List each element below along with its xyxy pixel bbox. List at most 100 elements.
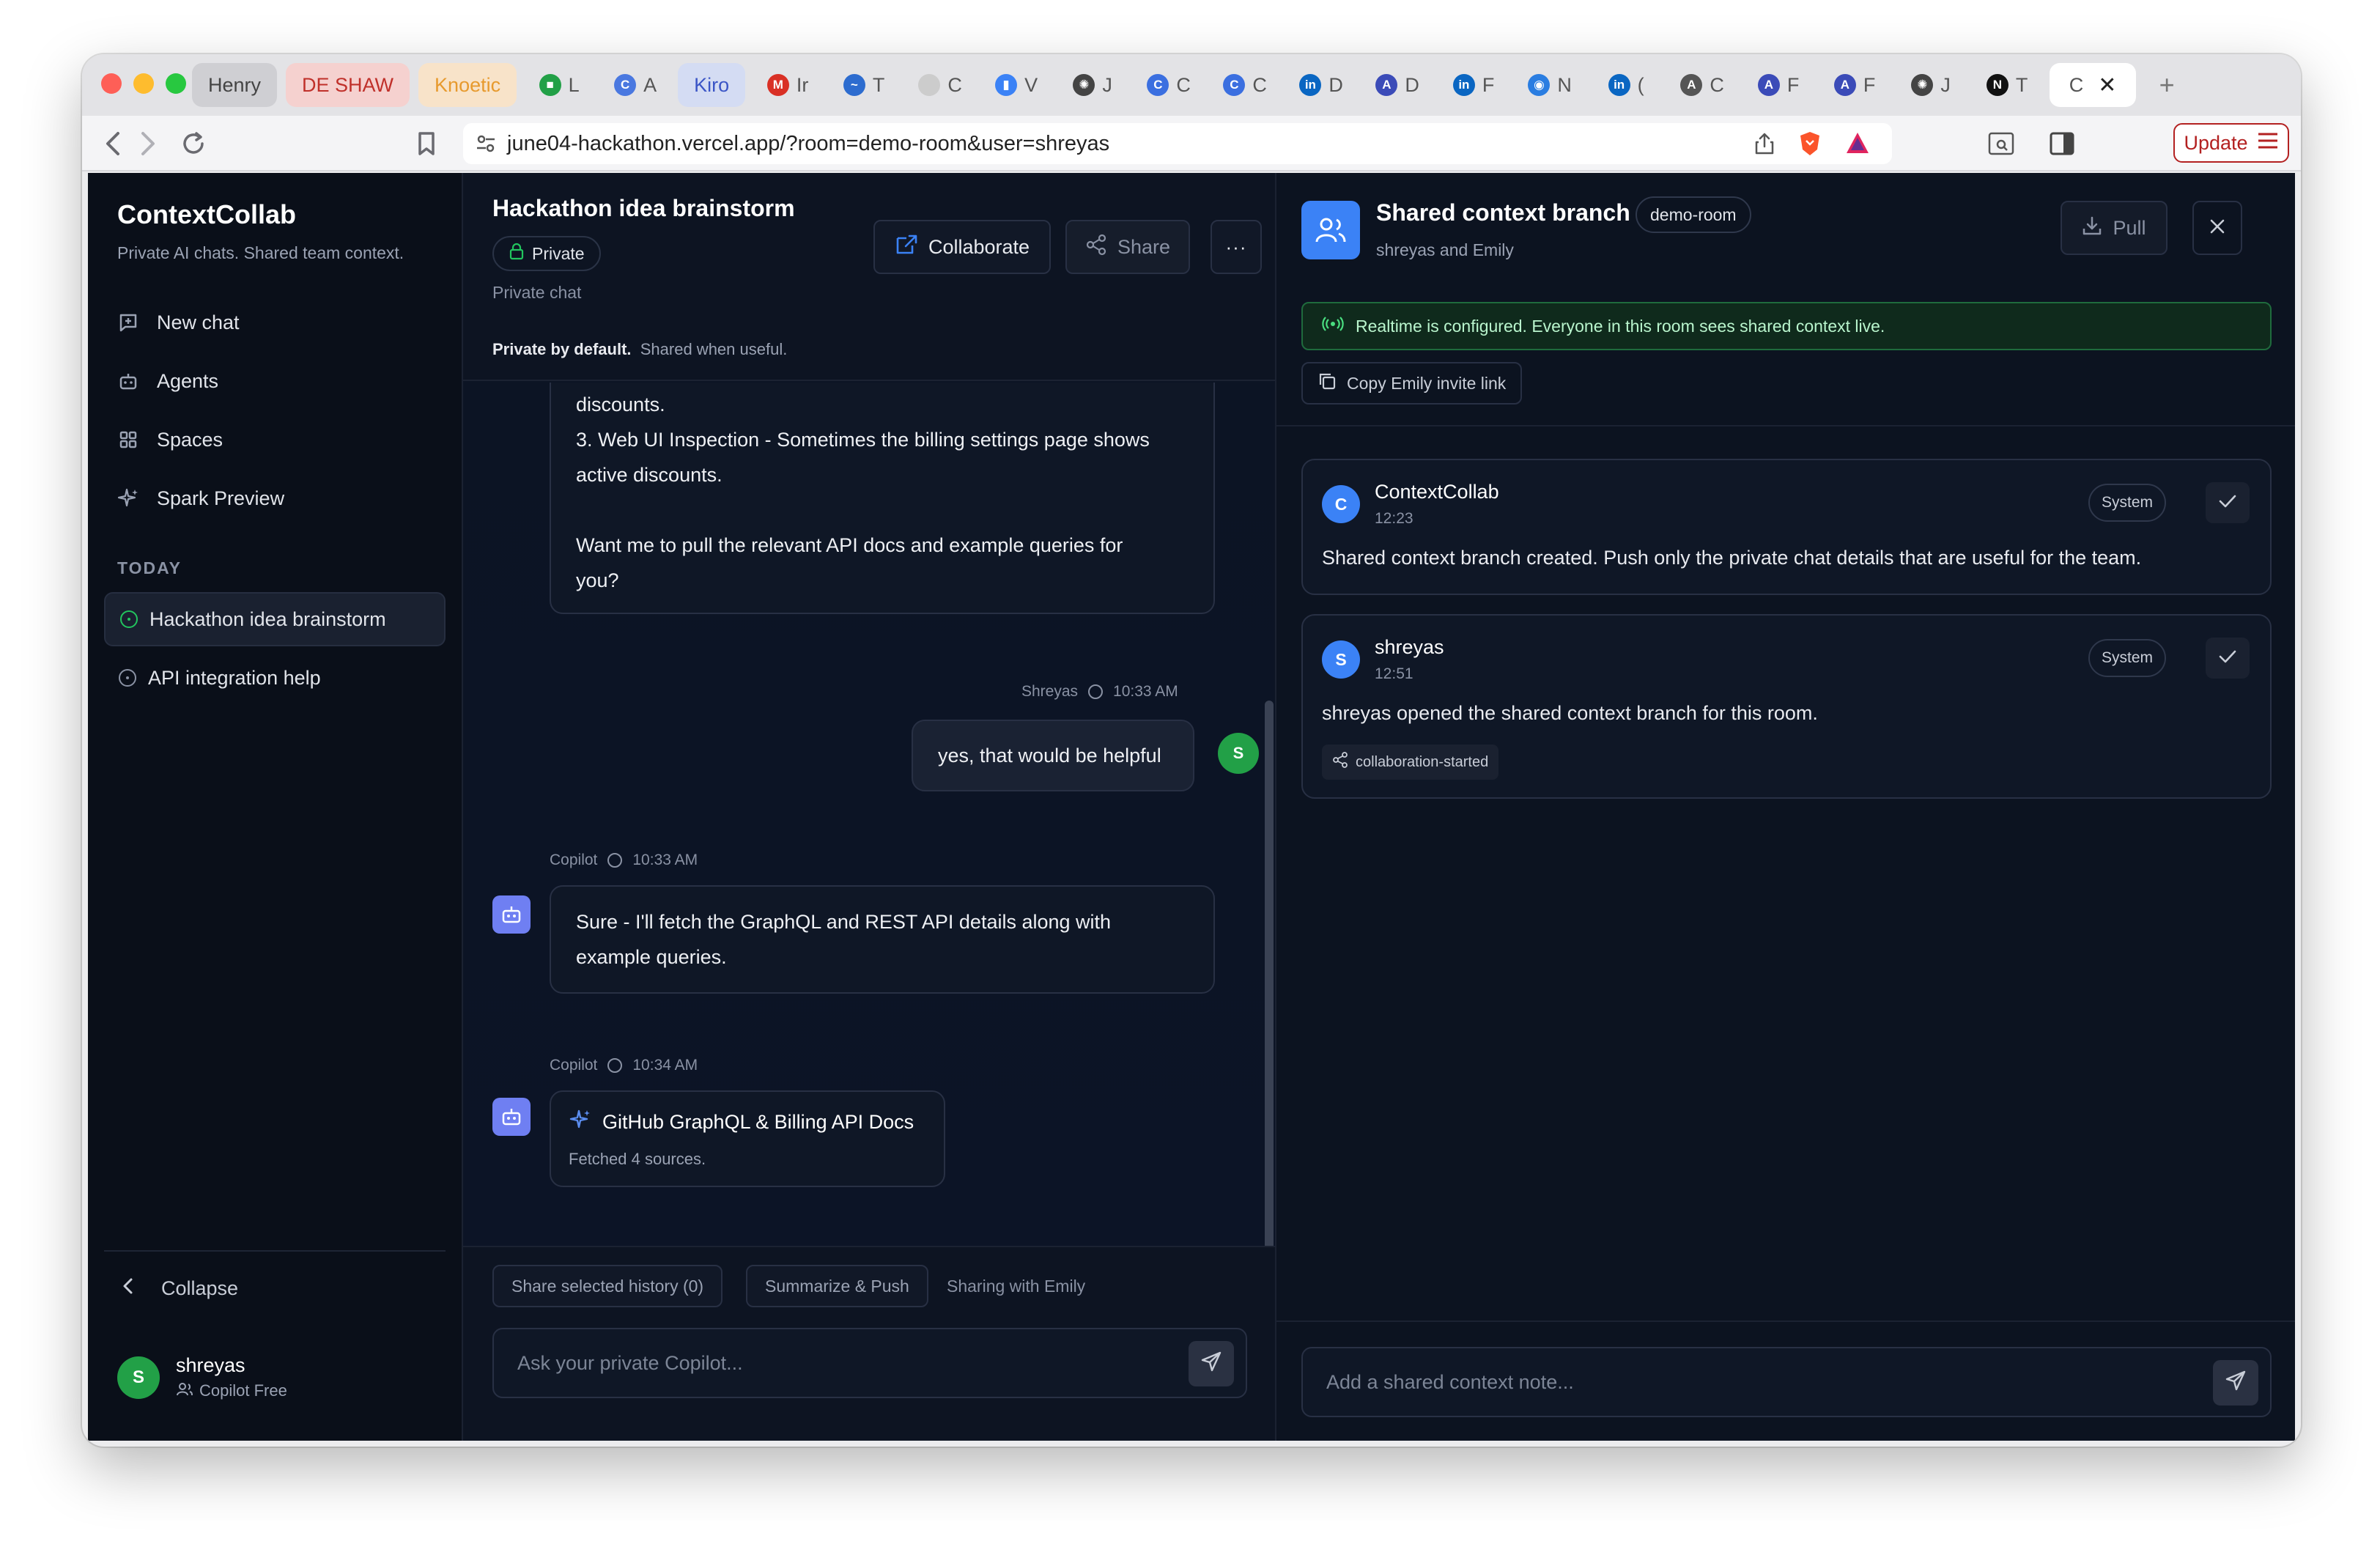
browser-tab[interactable]: AC xyxy=(1668,63,1736,107)
url-field[interactable]: june04-hackathon.vercel.app/?room=demo-r… xyxy=(463,123,1892,164)
browser-tab[interactable]: ■ L xyxy=(525,63,593,107)
tab-favicon-icon: A xyxy=(1375,74,1398,96)
maximize-window-button[interactable] xyxy=(166,73,186,94)
tab-label: C xyxy=(2069,73,2084,96)
send-icon xyxy=(2225,1370,2247,1397)
tab-label: F xyxy=(1482,73,1495,96)
site-settings-icon[interactable] xyxy=(475,133,497,160)
browser-tab[interactable]: M Ir xyxy=(754,63,821,107)
reader-mode-icon[interactable] xyxy=(1987,130,2015,160)
nav-spark-preview[interactable]: Spark Preview xyxy=(117,479,284,517)
panel-subtitle: shreyas and Emily xyxy=(1376,240,1514,259)
collaborate-icon xyxy=(895,234,918,261)
brave-rewards-icon[interactable] xyxy=(1845,130,1870,161)
copy-invite-link-button[interactable]: Copy Emily invite link xyxy=(1301,362,1523,405)
browser-tab[interactable]: Knoetic xyxy=(418,63,517,107)
panel-title: Shared context branch xyxy=(1376,199,1630,226)
tab-favicon-icon: M xyxy=(766,74,789,96)
browser-tab[interactable]: CA xyxy=(602,63,669,107)
chat-scrollbar[interactable] xyxy=(1265,701,1274,1257)
chat-item-hackathon[interactable]: Hackathon idea brainstorm xyxy=(104,592,446,646)
entry-text: shreyas opened the shared context branch… xyxy=(1322,702,1818,724)
share-history-button[interactable]: Share selected history (0) xyxy=(492,1265,723,1307)
more-icon: ··· xyxy=(1225,235,1247,258)
browser-tab[interactable]: AD xyxy=(1364,63,1431,107)
forward-button[interactable] xyxy=(133,129,163,158)
tab-label: Ir xyxy=(796,73,809,96)
tab-favicon-icon: C xyxy=(1147,74,1169,96)
tab-favicon-icon: A xyxy=(1680,74,1703,96)
update-button[interactable]: Update xyxy=(2173,123,2289,163)
tab-favicon-icon: ▮ xyxy=(995,74,1018,96)
check-icon xyxy=(2218,649,2237,668)
back-button[interactable] xyxy=(98,129,128,158)
shared-note-input[interactable]: Add a shared context note... xyxy=(1301,1347,2272,1417)
more-options-button[interactable]: ··· xyxy=(1211,220,1262,274)
browser-tab[interactable]: Henry xyxy=(192,63,278,107)
tab-label: V xyxy=(1024,73,1038,96)
realtime-status-banner: Realtime is configured. Everyone in this… xyxy=(1301,302,2272,350)
tab-label: T xyxy=(872,73,885,96)
sparkle-icon xyxy=(117,487,139,509)
send-note-button[interactable] xyxy=(2213,1360,2258,1406)
user-message: yes, that would be helpful xyxy=(912,720,1194,791)
tab-favicon-icon: ■ xyxy=(539,74,561,96)
browser-tab[interactable]: AF xyxy=(1745,63,1812,107)
browser-tab[interactable]: DE SHAW xyxy=(286,63,410,107)
browser-tab[interactable]: ◉ N xyxy=(1516,63,1583,107)
close-panel-button[interactable] xyxy=(2192,201,2242,255)
browser-tab[interactable]: NT xyxy=(1973,63,2041,107)
minimize-window-button[interactable] xyxy=(133,73,154,94)
close-tab-icon[interactable]: ✕ xyxy=(2098,73,2116,98)
approve-entry-button[interactable] xyxy=(2206,638,2250,679)
share-page-icon[interactable] xyxy=(1754,132,1775,161)
browser-tab[interactable]: ▮ V xyxy=(983,63,1050,107)
new-tab-button[interactable]: + xyxy=(2145,63,2189,107)
browser-tab[interactable]: ✺ J xyxy=(1059,63,1126,107)
tab-label: D xyxy=(1405,73,1419,96)
browser-tab[interactable]: in ( xyxy=(1592,63,1660,107)
tab-label: C xyxy=(1176,73,1191,96)
brave-shield-icon[interactable] xyxy=(1798,130,1822,163)
browser-tab[interactable]: Kiro xyxy=(678,63,746,107)
browser-tab[interactable]: CC xyxy=(1135,63,1202,107)
pull-button[interactable]: Pull xyxy=(2061,201,2168,255)
chat-item-api-integration[interactable]: API integration help xyxy=(104,651,446,705)
send-button[interactable] xyxy=(1189,1341,1234,1386)
reload-button[interactable] xyxy=(179,129,208,158)
private-badge: Private xyxy=(492,236,601,271)
nav-spaces[interactable]: Spaces xyxy=(117,421,223,459)
chevron-left-icon xyxy=(122,1277,135,1301)
assistant-message-partial: discounts. 3. Web UI Inspection - Someti… xyxy=(550,383,1215,614)
collaborate-button[interactable]: Collaborate xyxy=(873,220,1051,274)
section-today: TODAY xyxy=(117,558,182,577)
copilot-tool-card[interactable]: GitHub GraphQL & Billing API Docs Fetche… xyxy=(550,1090,945,1187)
sidebar-toggle-icon[interactable] xyxy=(2049,130,2075,160)
panel-footer: Add a shared context note... xyxy=(1276,1321,2295,1441)
chat-composer-input[interactable]: Ask your private Copilot... xyxy=(492,1328,1247,1398)
avatar: S xyxy=(117,1356,160,1399)
browser-tab[interactable]: in F xyxy=(1440,63,1507,107)
close-window-button[interactable] xyxy=(101,73,122,94)
summarize-push-button[interactable]: Summarize & Push xyxy=(746,1265,928,1307)
nav-new-chat[interactable]: New chat xyxy=(117,303,240,341)
browser-tab[interactable]: ~ T xyxy=(830,63,898,107)
nav-agents[interactable]: Agents xyxy=(117,362,218,400)
collapse-sidebar-button[interactable]: Collapse xyxy=(122,1277,238,1301)
user-profile[interactable]: S shreyas Copilot Free xyxy=(117,1354,287,1400)
browser-tab[interactable]: in D xyxy=(1287,63,1355,107)
approve-entry-button[interactable] xyxy=(2206,482,2250,523)
browser-tabs: Henry DE SHAW Knoetic ■ L C A Kiro M Ir ~ T C ▮ V ✺ J C C C… xyxy=(192,62,2286,108)
browser-tab[interactable]: CC xyxy=(1211,63,1279,107)
tab-label: F xyxy=(1863,73,1876,96)
tab-favicon-icon: ✺ xyxy=(1911,74,1934,96)
bookmark-icon[interactable] xyxy=(412,129,441,158)
browser-tab[interactable]: C ✕ xyxy=(2050,63,2137,107)
browser-tab[interactable]: AF xyxy=(1821,63,1888,107)
brand-title: ContextCollab xyxy=(117,199,297,229)
clock-icon xyxy=(607,1058,623,1073)
browser-tab[interactable]: ✺ J xyxy=(1897,63,1965,107)
context-entry: S shreyas 12:51 System shreyas opened th… xyxy=(1301,614,2272,799)
share-button[interactable]: Share xyxy=(1065,220,1190,274)
browser-tab[interactable]: C xyxy=(906,63,974,107)
